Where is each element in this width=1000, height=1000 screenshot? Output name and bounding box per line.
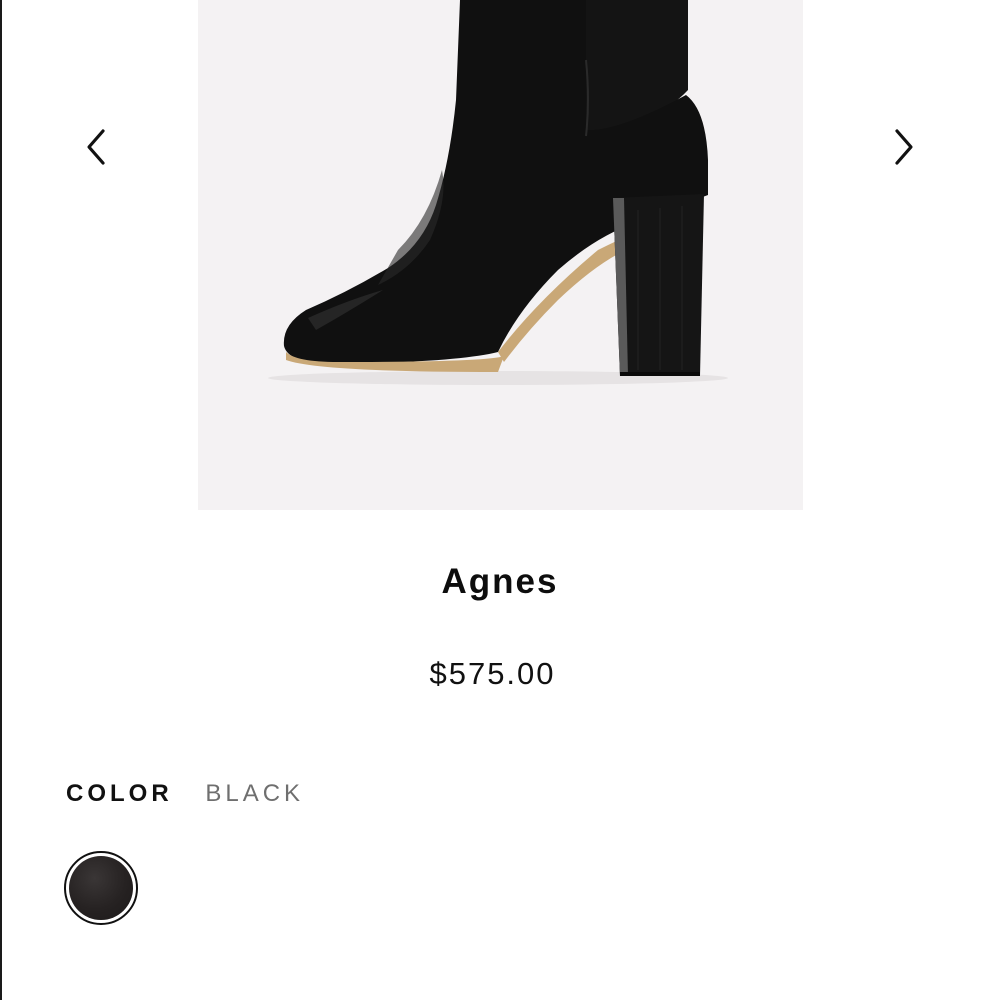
boot-illustration	[198, 0, 803, 510]
color-selector-row: COLOR BLACK	[66, 780, 304, 808]
window-edge	[0, 0, 2, 1000]
previous-image-button[interactable]	[74, 125, 118, 169]
swatch-fill	[69, 856, 133, 920]
color-label: COLOR	[66, 780, 173, 807]
chevron-left-icon	[87, 129, 105, 165]
product-image	[198, 0, 803, 510]
product-title: Agnes	[441, 562, 559, 601]
color-swatch-black[interactable]	[64, 851, 138, 925]
next-image-button[interactable]	[882, 125, 926, 169]
product-page: Agnes $575.00 COLOR BLACK	[0, 0, 1000, 1000]
chevron-right-icon	[895, 129, 913, 165]
product-price: $575.00	[429, 656, 556, 691]
selected-color-value: BLACK	[205, 780, 305, 807]
